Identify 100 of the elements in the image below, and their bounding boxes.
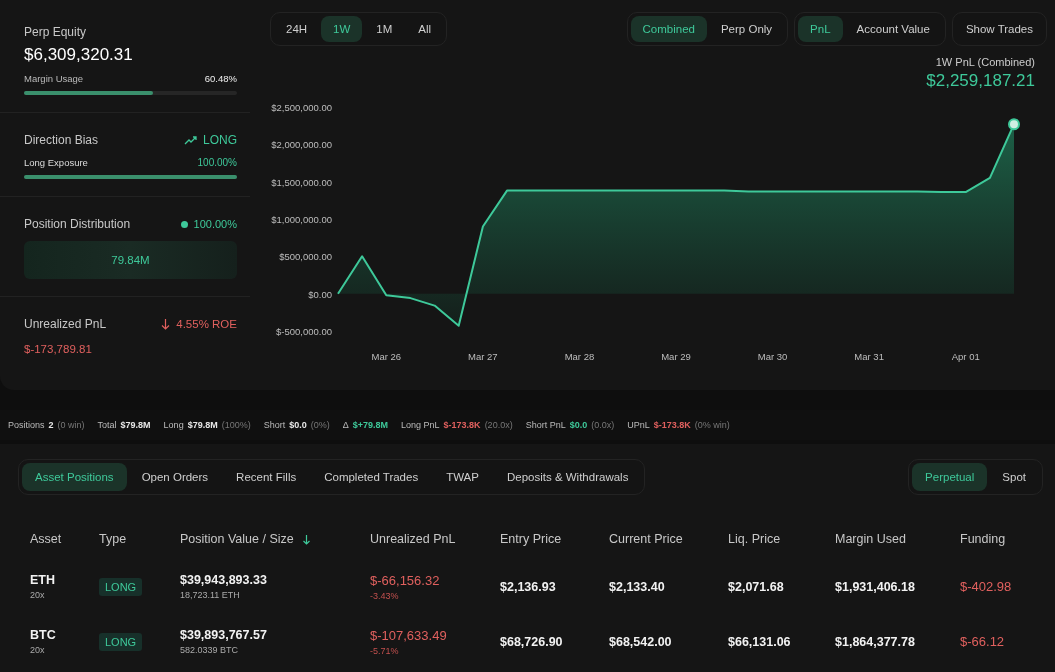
- market-tab[interactable]: Spot: [989, 463, 1039, 491]
- market-tab[interactable]: Perpetual: [912, 463, 988, 491]
- table-cell-text: $39,943,893.33: [180, 573, 268, 587]
- column-header: Type: [99, 532, 127, 546]
- stat-label: Short PnL: [525, 420, 566, 430]
- stat-label: Direction Bias: [24, 133, 99, 147]
- stat-value: $+79.8M: [352, 420, 389, 430]
- arrow-down-icon: [161, 318, 171, 330]
- period-tab[interactable]: All: [406, 16, 444, 42]
- type-badge: LONG: [99, 577, 143, 596]
- stat-label: Long: [163, 420, 184, 430]
- equity-value: $6,309,320.31: [24, 45, 134, 65]
- pnl-percent: -5.71%: [370, 645, 400, 656]
- asset-name: ETH: [30, 573, 56, 587]
- stat-label: Total: [97, 420, 117, 430]
- x-axis-label: Apr 01: [951, 351, 980, 362]
- table-cell-text: $2,133.40: [609, 579, 666, 594]
- stat-value: $79.8M: [120, 420, 151, 430]
- distribution-bar: 79.84M: [24, 241, 237, 279]
- stat-label: Long Exposure: [24, 157, 88, 168]
- table-cell-text: $-66.12: [960, 634, 1006, 649]
- table-cell-text: $-66,156.32: [370, 572, 441, 588]
- x-axis-label: Mar 28: [564, 351, 595, 362]
- show-trades-button[interactable]: Show Trades: [951, 12, 1047, 46]
- period-tab[interactable]: 1M: [364, 16, 405, 42]
- table-cell-text: $1,864,377.78: [835, 634, 916, 649]
- stat-label: Position Distribution: [24, 217, 131, 231]
- table-cell-text: $2,136.93: [500, 579, 557, 594]
- stat-value: $-173.8K: [443, 420, 481, 430]
- x-axis-label: Mar 26: [371, 351, 402, 362]
- column-header: Asset: [30, 532, 62, 546]
- y-axis-label: $1,000,000.00: [271, 214, 332, 225]
- stat-value: 100.00%: [193, 218, 237, 230]
- y-axis-label: $1,500,000.00: [271, 176, 332, 188]
- column-header: Unrealized PnL: [370, 532, 456, 546]
- mode-tab[interactable]: Perp Only: [708, 16, 785, 42]
- stat-value: $0.0: [569, 420, 588, 430]
- column-header: Entry Price: [500, 532, 562, 546]
- section-tab[interactable]: Completed Trades: [311, 463, 432, 491]
- stat-value: 100.00%: [197, 157, 237, 168]
- stat-value: $79.8M: [187, 420, 218, 430]
- column-header: Liq. Price: [728, 532, 781, 546]
- table-cell-text: $-402.98: [960, 579, 1013, 594]
- y-axis-label: $2,000,000.00: [271, 139, 332, 151]
- table-cell-text: $68,542.00: [609, 634, 673, 649]
- leverage: 20x: [30, 590, 46, 600]
- trend-up-icon: [184, 135, 197, 145]
- stat-note: (20.0x): [484, 420, 513, 430]
- asset-name: BTC: [30, 628, 57, 642]
- stat-label: UPnL: [627, 420, 650, 430]
- stat-note: (0 win): [57, 420, 85, 430]
- stat-note: (0% win): [694, 420, 730, 430]
- type-badge: LONG: [99, 632, 143, 651]
- section-tab[interactable]: TWAP: [433, 463, 492, 491]
- stat-value: $-173.8K: [653, 420, 691, 430]
- unrealized-pnl-value: $-173,789.81: [24, 343, 93, 355]
- y-axis-label: $-500,000.00: [276, 326, 332, 337]
- table-cell-text: $2,071.68: [728, 579, 785, 594]
- stat-label: Long PnL: [401, 420, 440, 430]
- section-tab[interactable]: Open Orders: [128, 463, 222, 491]
- stat-label: Short: [263, 420, 286, 430]
- section-tab[interactable]: Deposits & Withdrawals: [493, 463, 642, 491]
- size-text: 18,723.11 ETH: [180, 590, 241, 600]
- metric-tab[interactable]: PnL: [798, 16, 843, 42]
- pnl-value: $2,259,187.21: [926, 71, 1035, 91]
- section-tab[interactable]: Recent Fills: [223, 463, 310, 491]
- period-tab[interactable]: 1W: [321, 16, 363, 42]
- table-cell-text: $68,726.90: [500, 634, 564, 649]
- x-axis-label: Mar 31: [854, 351, 884, 362]
- stat-note: (100%): [221, 420, 251, 430]
- stat-note: (0%): [310, 420, 330, 430]
- y-axis-label: $2,500,000.00: [271, 102, 332, 113]
- column-header: Position Value / Size: [180, 532, 294, 546]
- stat-value: 60.48%: [204, 73, 237, 84]
- x-axis-label: Mar 30: [757, 351, 788, 362]
- bias-value: LONG: [203, 133, 237, 147]
- leverage: 20x: [30, 645, 46, 655]
- pnl-percent: -3.43%: [370, 590, 400, 601]
- pnl-title: 1W PnL (Combined): [935, 56, 1035, 68]
- stat-note: (0.0x): [591, 420, 615, 430]
- y-axis-label: $500,000.00: [279, 251, 332, 263]
- stat-value: $0.0: [289, 420, 307, 430]
- stat-label: Δ: [342, 420, 349, 430]
- mode-tab[interactable]: Combined: [630, 16, 707, 42]
- size-text: 582.0339 BTC: [180, 645, 240, 655]
- table-cell-text: $39,893,767.57: [180, 628, 268, 642]
- x-axis-label: Mar 29: [661, 351, 691, 362]
- stat-label: Unrealized PnL: [24, 317, 107, 331]
- period-tab[interactable]: 24H: [274, 16, 320, 42]
- metric-tab[interactable]: Account Value: [844, 16, 942, 42]
- table-cell-text: $1,931,406.18: [835, 579, 916, 594]
- y-axis-label: $0.00: [308, 288, 332, 300]
- section-tab[interactable]: Asset Positions: [22, 463, 127, 491]
- table-cell-text: $66,131.06: [728, 634, 792, 649]
- x-axis-label: Mar 27: [468, 351, 498, 362]
- column-header: Funding: [960, 532, 1006, 546]
- column-header: Current Price: [609, 532, 683, 546]
- column-header: Margin Used: [835, 532, 906, 546]
- stat-value: 2: [48, 420, 54, 430]
- table-cell-text: $-107,633.49: [370, 627, 448, 643]
